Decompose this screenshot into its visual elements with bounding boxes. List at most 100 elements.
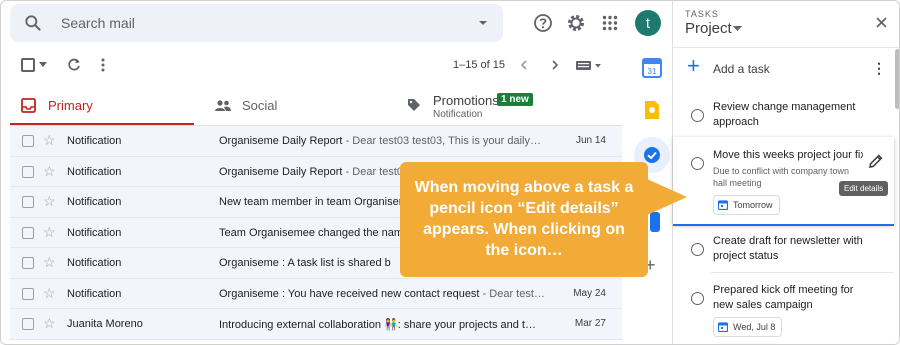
tab-primary-label: Primary — [48, 98, 93, 113]
list-dropdown-icon[interactable] — [733, 26, 742, 32]
contacts-icon[interactable] — [650, 212, 660, 232]
select-all-checkbox[interactable] — [21, 58, 35, 72]
email-subject: Organiseme Daily Report — [219, 165, 343, 178]
star-icon[interactable]: ☆ — [43, 163, 56, 179]
callout-pointer — [647, 179, 687, 215]
annotation-callout: When moving above a task a pencil icon “… — [400, 162, 648, 277]
search-bar[interactable]: Search mail — [10, 4, 503, 42]
account-avatar[interactable]: t — [635, 10, 661, 36]
calendar-small-icon — [718, 200, 728, 210]
task-divider — [711, 272, 893, 273]
task-focus-underline — [673, 224, 894, 226]
star-icon[interactable]: ☆ — [43, 315, 56, 331]
email-row[interactable]: ☆ Notification Organiseme : You have recei… — [10, 278, 622, 309]
tab-promotions-sublabel: Notification — [433, 109, 483, 120]
more-options-icon[interactable] — [101, 58, 105, 72]
add-task-label: Add a task — [713, 62, 770, 76]
edit-details-tooltip: Edit details — [839, 181, 889, 196]
star-icon[interactable]: ☆ — [43, 254, 56, 270]
star-icon[interactable]: ☆ — [43, 224, 56, 240]
next-page-icon[interactable] — [551, 60, 559, 70]
due-date-chip[interactable]: Tomorrow — [713, 195, 780, 215]
email-sender: Notification — [67, 257, 122, 269]
keep-icon[interactable] — [642, 100, 662, 120]
email-sender: Notification — [67, 226, 122, 239]
task-complete-checkbox[interactable] — [691, 292, 704, 305]
tab-promotions-label: Promotions — [433, 93, 499, 108]
search-options-icon[interactable] — [477, 17, 489, 29]
email-checkbox[interactable] — [22, 226, 34, 239]
add-task-button[interactable]: + Add a task ⋮ — [687, 55, 892, 81]
email-subject: Team Organisemee changed the nam — [219, 226, 404, 239]
email-sender: Notification — [67, 287, 122, 300]
email-subject: Organiseme : You have received new conta… — [219, 287, 480, 300]
input-tools-icon[interactable] — [576, 61, 602, 70]
email-sender: Notification — [67, 135, 122, 147]
email-date: Jun 14 — [575, 135, 606, 146]
prev-page-icon[interactable] — [520, 60, 528, 70]
search-icon — [25, 15, 41, 31]
app-window: Search mail t 1–15 of 15 Primary Social … — [0, 0, 900, 345]
email-snippet: - Dear test… — [479, 287, 545, 300]
pagination-range: 1–15 of 15 — [453, 59, 505, 71]
tab-social[interactable]: Social — [211, 89, 391, 125]
email-sender: Notification — [67, 196, 122, 208]
select-dropdown-icon[interactable] — [39, 62, 47, 68]
due-date-chip[interactable]: Wed, Jul 8 — [713, 317, 783, 337]
task-title: Review change management approach — [713, 101, 856, 128]
people-icon — [215, 100, 231, 111]
new-badge: 1 new — [497, 93, 533, 106]
plus-icon: + — [687, 53, 700, 78]
calendar-icon[interactable]: 31 — [642, 58, 662, 78]
tasks-panel: TASKS Project + Add a task ⋮ Review chan… — [672, 1, 899, 344]
inbox-icon — [21, 98, 36, 113]
email-checkbox[interactable] — [22, 318, 34, 330]
svg-text:31: 31 — [648, 67, 657, 76]
email-subject: Organiseme Daily Report — [219, 135, 343, 147]
star-icon[interactable]: ☆ — [43, 285, 56, 301]
task-complete-checkbox[interactable] — [691, 157, 704, 170]
due-date-label: Tomorrow — [733, 200, 773, 210]
email-date: May 24 — [573, 287, 606, 299]
email-checkbox[interactable] — [22, 135, 34, 147]
email-subject-line: Organiseme : You have received new conta… — [219, 288, 559, 300]
apps-grid-icon[interactable] — [598, 11, 622, 35]
search-input[interactable]: Search mail — [61, 15, 135, 31]
help-icon[interactable] — [531, 11, 555, 35]
task-list-selector[interactable]: Project — [685, 20, 732, 37]
calendar-small-icon — [718, 322, 728, 332]
tab-social-label: Social — [242, 98, 278, 113]
email-row[interactable]: ☆ Notification Organiseme Daily Report - D… — [10, 126, 622, 157]
task-complete-checkbox[interactable] — [691, 109, 704, 122]
close-icon[interactable] — [876, 17, 887, 28]
tab-primary[interactable]: Primary — [10, 89, 194, 126]
settings-gear-icon[interactable] — [564, 11, 588, 35]
tasks-scrollbar[interactable] — [895, 49, 899, 109]
email-subject: New team member in team Organiser — [219, 196, 403, 208]
task-title: Prepared kick off meeting for new sales … — [713, 284, 854, 311]
star-icon[interactable]: ☆ — [43, 132, 56, 148]
star-icon[interactable]: ☆ — [43, 193, 56, 209]
email-checkbox[interactable] — [22, 165, 34, 178]
email-checkbox[interactable] — [22, 196, 34, 208]
email-subject-line: Introducing external collaboration 👫: sh… — [219, 318, 559, 331]
email-subject-line: Organiseme Daily Report - Dear test03 te… — [219, 135, 559, 147]
email-subject: Introducing external collaboration 👫: sh… — [219, 319, 536, 331]
refresh-icon[interactable] — [67, 58, 81, 72]
task-complete-checkbox[interactable] — [691, 243, 704, 256]
email-checkbox[interactable] — [22, 257, 34, 269]
edit-details-pencil-icon[interactable] — [868, 153, 884, 169]
tasks-panel-title: TASKS — [685, 9, 719, 19]
callout-text: When moving above a task a pencil icon “… — [414, 179, 634, 259]
tag-icon — [408, 99, 420, 111]
task-title: Create draft for newsletter with project… — [713, 235, 863, 262]
task-title: Move this weeks project jour fix — [713, 149, 863, 161]
email-sender: Notification — [67, 165, 122, 178]
email-date: Mar 27 — [574, 318, 606, 329]
email-snippet: - Dear test03 test03, This is your daily… — [342, 135, 541, 147]
email-checkbox[interactable] — [22, 287, 34, 300]
email-subject: Organiseme : A task list is shared b — [219, 257, 391, 269]
task-list-more-icon[interactable]: ⋮ — [872, 60, 886, 77]
email-row[interactable]: ☆ Juanita Moreno Introducing external coll… — [10, 309, 622, 340]
due-date-label: Wed, Jul 8 — [733, 322, 776, 332]
